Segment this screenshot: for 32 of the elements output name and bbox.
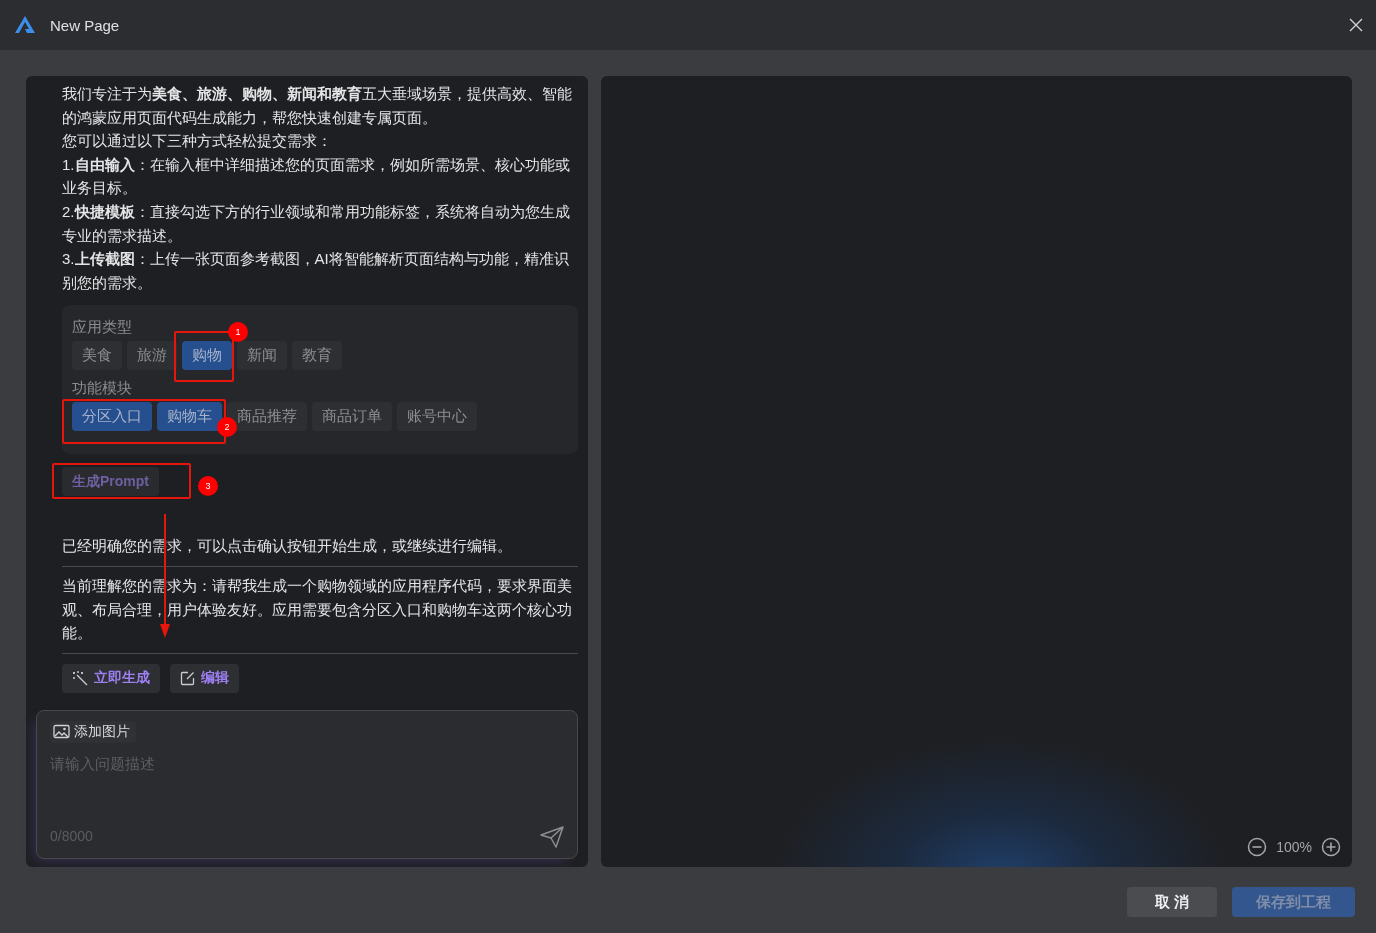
magic-wand-icon: [72, 670, 88, 687]
tag-chip[interactable]: 购物: [182, 341, 232, 371]
tag-chip[interactable]: 美食: [72, 341, 122, 371]
tag-chip[interactable]: 教育: [292, 341, 342, 371]
cancel-button[interactable]: 取 消: [1127, 887, 1217, 917]
tag-chip[interactable]: 新闻: [237, 341, 287, 371]
intro-text: 我们专注于为美食、旅游、购物、新闻和教育五大垂域场景，提供高效、智能的鸿蒙应用页面代码生成能力，帮您快速创建专属页面。: [62, 84, 573, 128]
intro-text: 3.上传截图：上传一张页面参考截图，AI将智能解析页面结构与功能，精准识别您的需求。: [62, 249, 570, 293]
intro-text: 您可以通过以下三种方式轻松提交需求：: [62, 131, 333, 152]
intro-text: 1.自由输入：在输入框中详细描述您的页面需求，例如所需场景、核心功能或业务目标。: [62, 154, 571, 199]
tag-chip[interactable]: 账号中心: [397, 402, 477, 432]
step-marker: 3: [198, 476, 218, 496]
tag-chip[interactable]: 旅游: [127, 341, 177, 371]
tag-chip[interactable]: 分区入口: [72, 402, 152, 432]
image-icon: [53, 723, 71, 740]
generate-button[interactable]: 立即生成: [62, 663, 160, 693]
intro-text: 2.快捷模板：直接勾选下方的行业领域和常用功能标签，系统将自动为您生成专业的需求描述。: [62, 201, 571, 246]
zoom-in-icon[interactable]: [1321, 837, 1341, 857]
app-logo-icon: [14, 15, 36, 35]
group-label: 应用类型: [72, 317, 132, 338]
generate-prompt-button[interactable]: 生成Prompt: [62, 467, 159, 497]
zoom-out-icon[interactable]: [1247, 837, 1268, 857]
group-label: 功能模块: [72, 378, 132, 399]
edit-button[interactable]: 编辑: [170, 663, 239, 693]
tag-chip[interactable]: 购物车: [157, 402, 222, 432]
tag-chip[interactable]: 商品订单: [312, 402, 392, 432]
zoom-level: 100%: [1276, 839, 1312, 855]
add-image-button[interactable]: 添加图片: [50, 720, 136, 743]
close-icon[interactable]: [1348, 17, 1364, 33]
window-title: New Page: [50, 16, 121, 34]
send-icon[interactable]: [540, 825, 564, 848]
edit-icon: [180, 670, 195, 686]
